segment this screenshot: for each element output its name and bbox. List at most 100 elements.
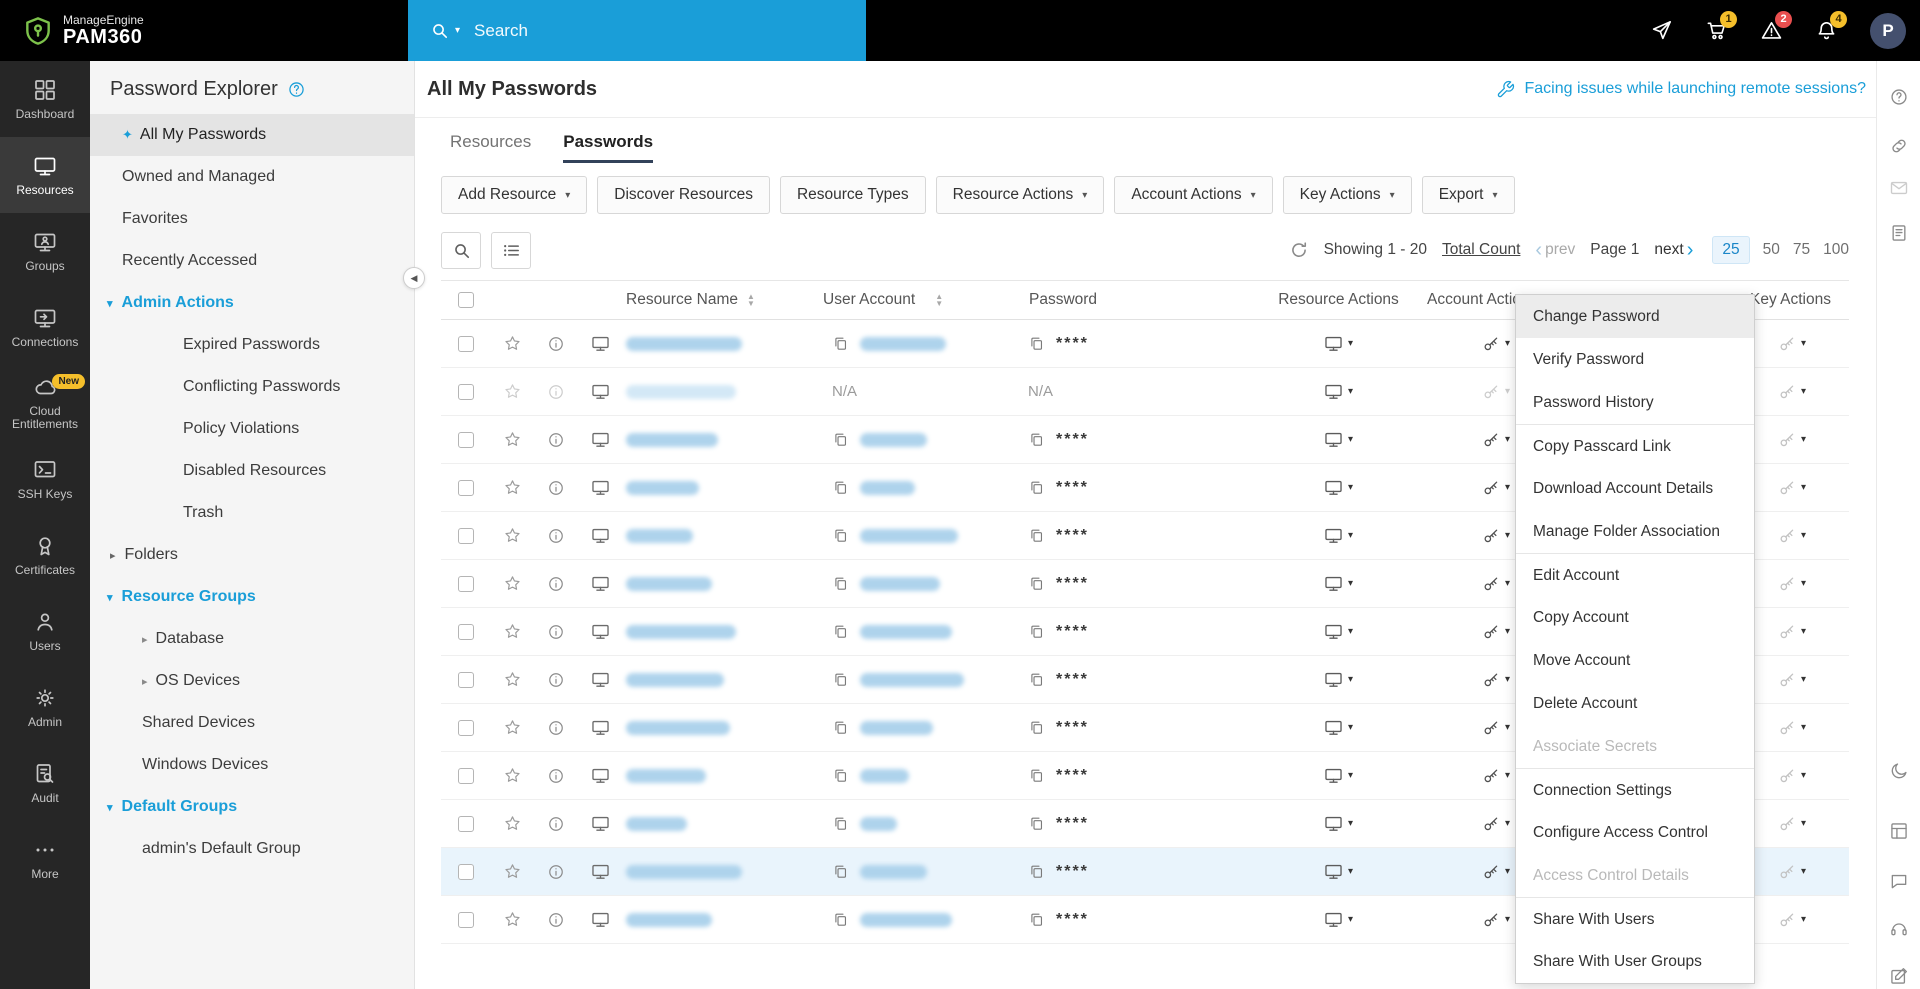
sidebar-item-groups[interactable]: Groups <box>0 213 90 289</box>
row-checkbox[interactable] <box>458 624 474 640</box>
menu-item-edit-account[interactable]: Edit Account <box>1516 553 1754 596</box>
user-account-redacted[interactable] <box>860 817 897 831</box>
explorer-item-trash[interactable]: Trash <box>90 492 414 534</box>
info-icon[interactable] <box>547 431 565 449</box>
resource-actions-icon[interactable] <box>1324 574 1343 593</box>
explorer-item-expired-passwords[interactable]: Expired Passwords <box>90 324 414 366</box>
resource-actions-icon[interactable] <box>1324 718 1343 737</box>
password-mask[interactable]: **** <box>1056 767 1089 785</box>
resource-actions-icon[interactable] <box>1324 766 1343 785</box>
favorite-star-icon[interactable] <box>503 334 522 353</box>
sidebar-item-more[interactable]: More <box>0 821 90 897</box>
copy-password-icon[interactable] <box>1028 527 1045 544</box>
account-actions-key-icon[interactable] <box>1482 431 1500 449</box>
info-icon[interactable] <box>547 383 565 401</box>
favorite-star-icon[interactable] <box>503 670 522 689</box>
resource-name-redacted[interactable] <box>626 913 712 927</box>
copy-account-icon[interactable] <box>832 863 849 880</box>
view-toggle-button[interactable] <box>491 232 531 269</box>
user-account-redacted[interactable] <box>860 769 909 783</box>
total-count-link[interactable]: Total Count <box>1442 241 1520 259</box>
resource-name-redacted[interactable] <box>626 481 699 495</box>
info-icon[interactable] <box>547 815 565 833</box>
info-icon[interactable] <box>547 767 565 785</box>
page-size-75[interactable]: 75 <box>1793 241 1810 259</box>
info-icon[interactable] <box>547 575 565 593</box>
row-checkbox[interactable] <box>458 480 474 496</box>
resource-actions-icon[interactable] <box>1324 862 1343 881</box>
menu-item-copy-account[interactable]: Copy Account <box>1516 596 1754 639</box>
account-actions-key-icon[interactable] <box>1482 623 1500 641</box>
menu-item-connection-settings[interactable]: Connection Settings <box>1516 768 1754 811</box>
tab-resources[interactable]: Resources <box>450 132 531 163</box>
global-search[interactable]: ▾ <box>408 0 866 61</box>
table-search-button[interactable] <box>441 232 481 269</box>
row-checkbox[interactable] <box>458 384 474 400</box>
favorite-star-icon[interactable] <box>503 766 522 785</box>
info-icon[interactable] <box>547 335 565 353</box>
user-account-redacted[interactable] <box>860 625 952 639</box>
copy-account-icon[interactable] <box>832 671 849 688</box>
page-size-25[interactable]: 25 <box>1712 236 1749 264</box>
key-actions-icon[interactable] <box>1778 767 1796 785</box>
user-account-redacted[interactable] <box>860 673 964 687</box>
moon-icon[interactable] <box>1889 761 1909 781</box>
key-actions-icon[interactable] <box>1778 479 1796 497</box>
copy-password-icon[interactable] <box>1028 623 1045 640</box>
favorite-star-icon[interactable] <box>503 478 522 497</box>
explorer-item-all-my-passwords[interactable]: ✦All My Passwords <box>90 114 414 156</box>
row-checkbox[interactable] <box>458 336 474 352</box>
send-icon[interactable] <box>1650 19 1673 42</box>
menu-item-delete-account[interactable]: Delete Account <box>1516 682 1754 725</box>
account-actions-key-icon[interactable] <box>1482 383 1500 401</box>
explorer-item-favorites[interactable]: Favorites <box>90 198 414 240</box>
link-icon[interactable] <box>1889 136 1909 156</box>
menu-item-change-password[interactable]: Change Password <box>1516 295 1754 338</box>
copy-account-icon[interactable] <box>832 575 849 592</box>
user-account-redacted[interactable] <box>860 529 958 543</box>
menu-item-share-with-user-groups[interactable]: Share With User Groups <box>1516 940 1754 983</box>
copy-account-icon[interactable] <box>832 623 849 640</box>
resource-actions-icon[interactable] <box>1324 814 1343 833</box>
resource-actions-button[interactable]: Resource Actions▾ <box>936 176 1105 214</box>
explorer-item-os-devices[interactable]: ▸OS Devices <box>90 660 414 702</box>
password-mask[interactable]: **** <box>1056 335 1089 353</box>
resource-actions-icon[interactable] <box>1324 430 1343 449</box>
favorite-star-icon[interactable] <box>503 382 522 401</box>
discover-resources-button[interactable]: Discover Resources <box>597 176 770 214</box>
key-actions-button[interactable]: Key Actions▾ <box>1283 176 1412 214</box>
export-button[interactable]: Export▾ <box>1422 176 1515 214</box>
explorer-section-resource-groups[interactable]: ▾Resource Groups <box>90 576 414 618</box>
key-actions-icon[interactable] <box>1778 335 1796 353</box>
resource-actions-icon[interactable] <box>1324 670 1343 689</box>
password-mask[interactable]: **** <box>1056 815 1089 833</box>
resource-name-redacted[interactable] <box>626 817 687 831</box>
resource-actions-icon[interactable] <box>1324 334 1343 353</box>
password-mask[interactable]: **** <box>1056 431 1089 449</box>
resource-name-redacted[interactable] <box>626 337 742 351</box>
copy-account-icon[interactable] <box>832 335 849 352</box>
user-account-redacted[interactable] <box>860 337 946 351</box>
copy-password-icon[interactable] <box>1028 479 1045 496</box>
page-size-100[interactable]: 100 <box>1823 241 1849 259</box>
user-account-redacted[interactable] <box>860 913 952 927</box>
sidebar-item-users[interactable]: Users <box>0 593 90 669</box>
favorite-star-icon[interactable] <box>503 430 522 449</box>
sidebar-item-admin[interactable]: Admin <box>0 669 90 745</box>
search-input[interactable] <box>474 21 774 41</box>
explorer-item-shared-devices[interactable]: Shared Devices <box>90 702 414 744</box>
alert-icon[interactable]: 2 <box>1760 19 1783 42</box>
copy-account-icon[interactable] <box>832 767 849 784</box>
explorer-item-disabled-resources[interactable]: Disabled Resources <box>90 450 414 492</box>
favorite-star-icon[interactable] <box>503 574 522 593</box>
resource-name-redacted[interactable] <box>626 865 742 879</box>
tab-passwords[interactable]: Passwords <box>563 132 653 163</box>
menu-item-copy-passcard-link[interactable]: Copy Passcard Link <box>1516 424 1754 467</box>
explorer-section-default-groups[interactable]: ▾Default Groups <box>90 786 414 828</box>
copy-password-icon[interactable] <box>1028 671 1045 688</box>
resource-name-redacted[interactable] <box>626 433 718 447</box>
select-all-checkbox[interactable] <box>458 292 474 308</box>
resource-actions-icon[interactable] <box>1324 526 1343 545</box>
account-actions-key-icon[interactable] <box>1482 527 1500 545</box>
account-actions-key-icon[interactable] <box>1482 479 1500 497</box>
